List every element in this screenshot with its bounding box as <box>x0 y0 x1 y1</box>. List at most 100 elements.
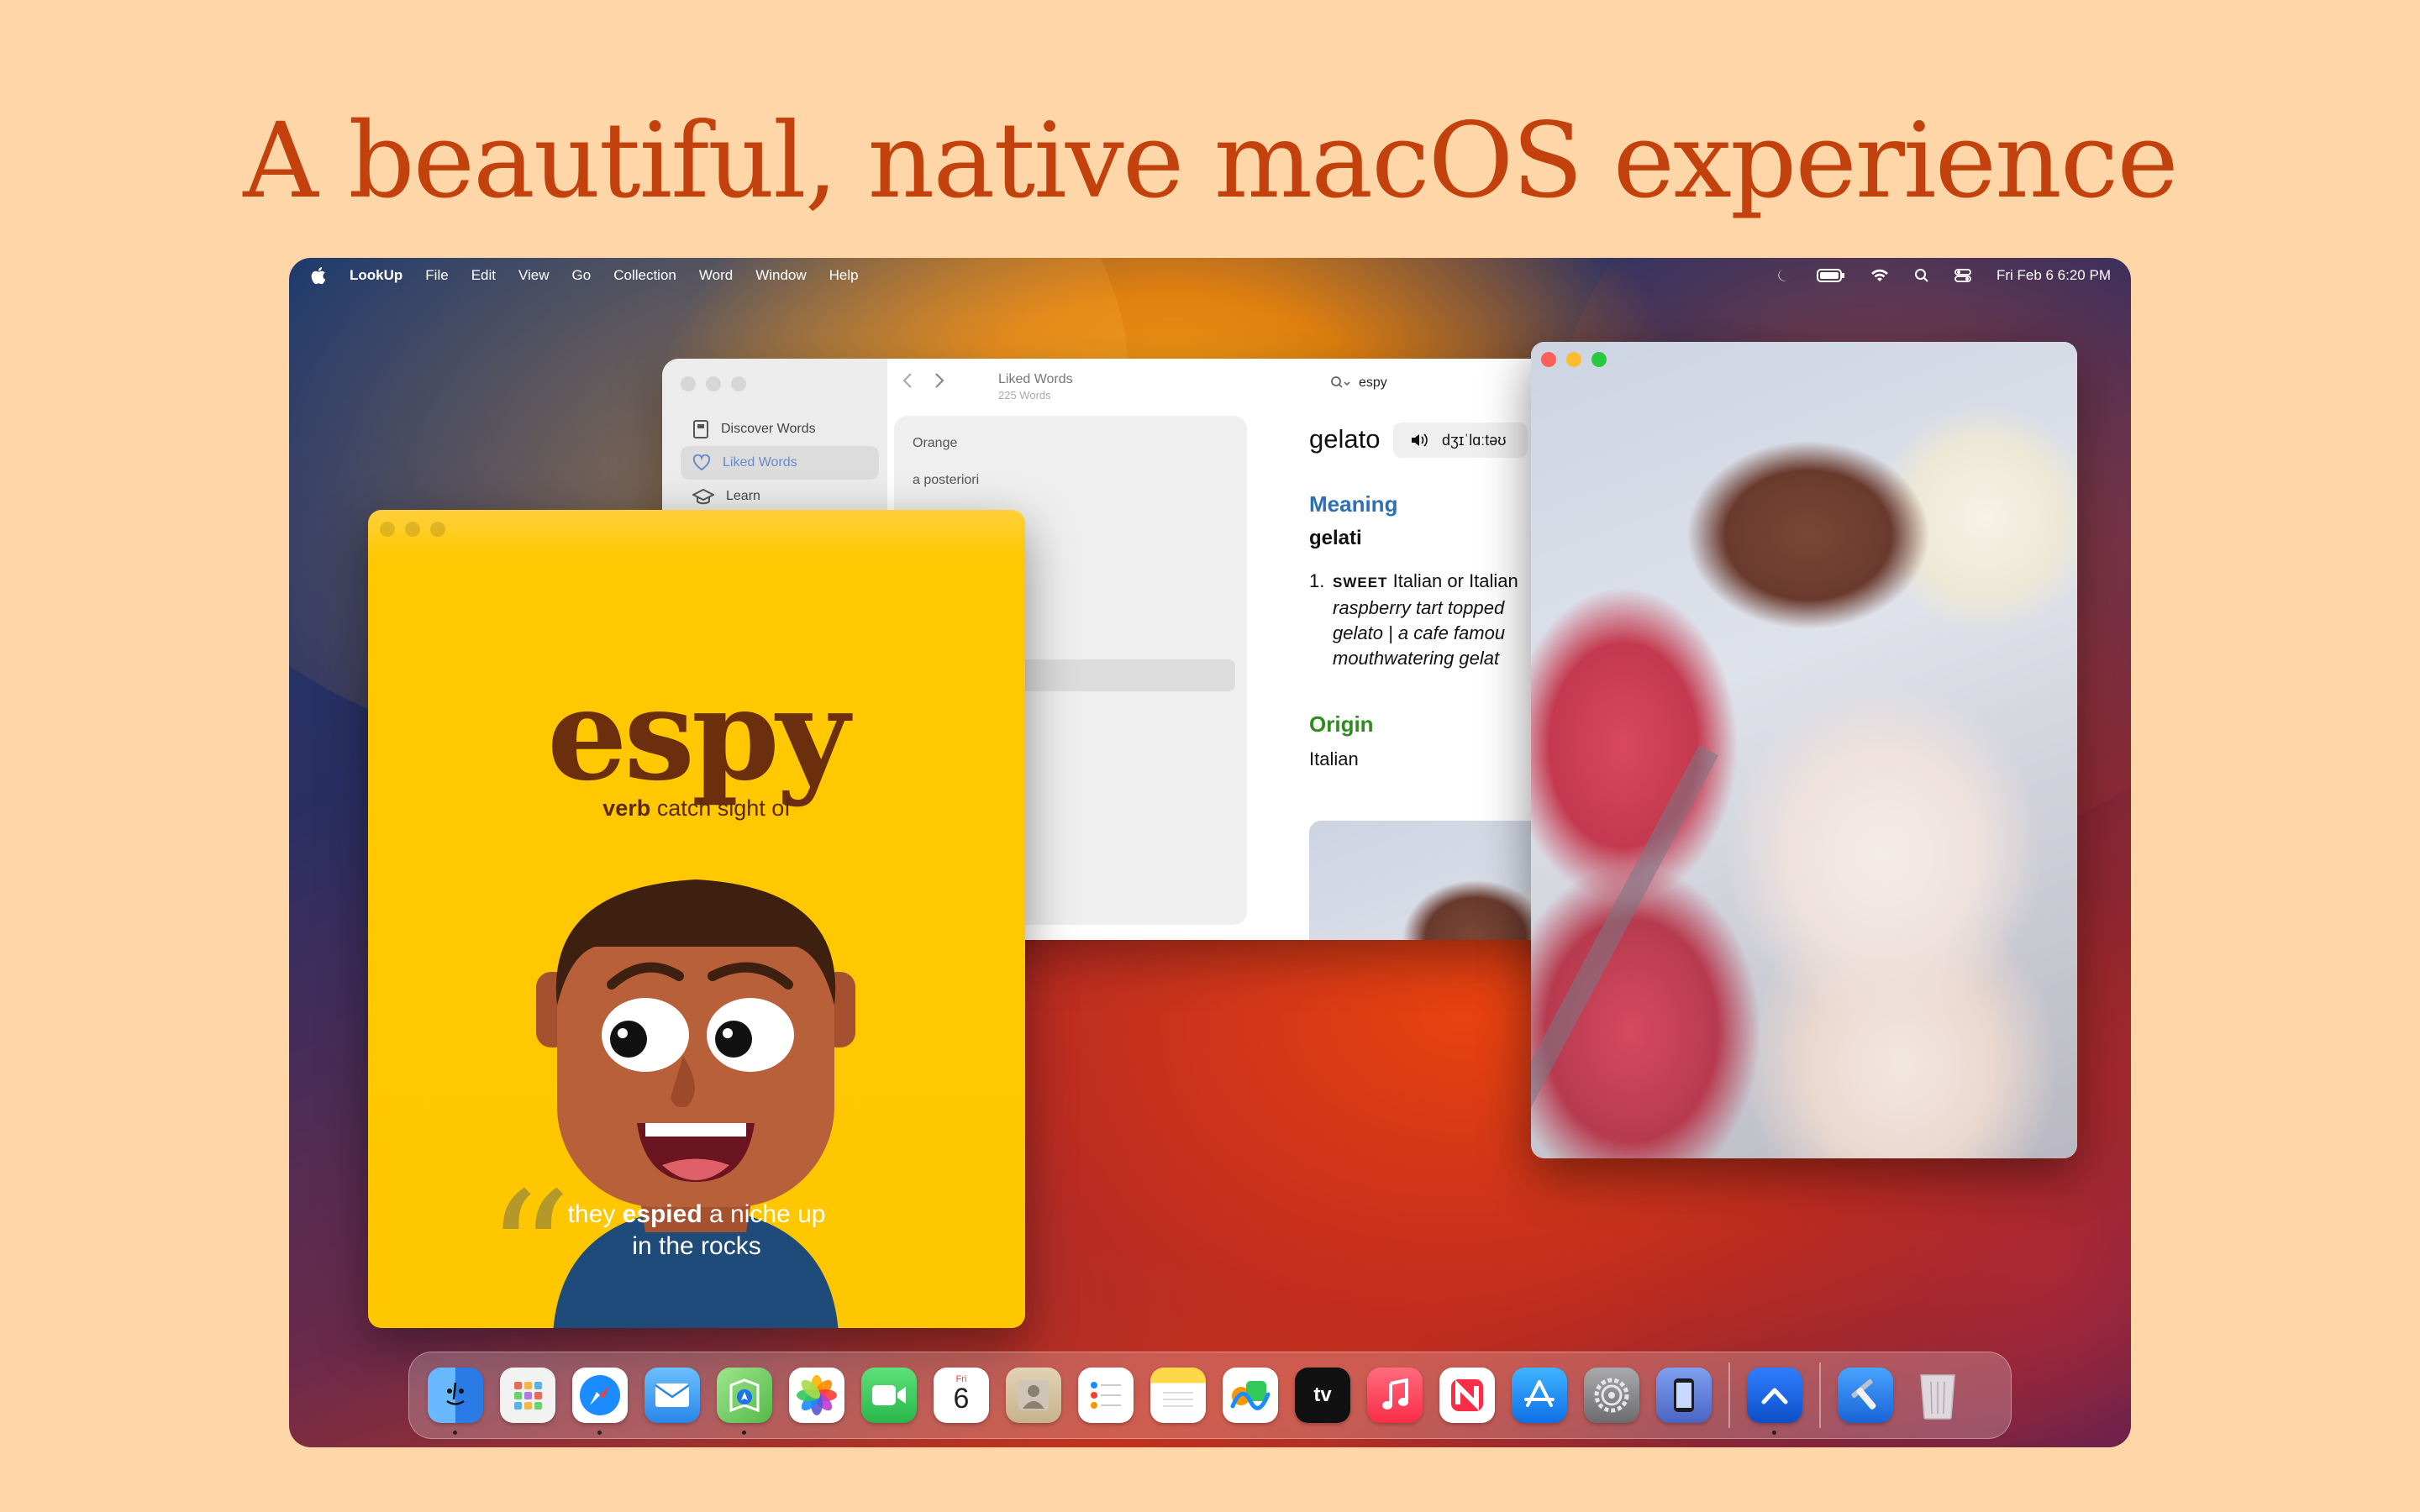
menu-edit[interactable]: Edit <box>471 267 496 284</box>
maps-icon[interactable] <box>717 1368 772 1435</box>
contacts-icon[interactable] <box>1006 1368 1061 1423</box>
wifi-icon[interactable] <box>1870 268 1889 283</box>
status-area: Fri Feb 6 6:20 PM <box>1776 267 2111 284</box>
notes-icon[interactable] <box>1150 1368 1206 1423</box>
sidebar-item-learn[interactable]: Learn <box>681 480 879 513</box>
close-button[interactable] <box>380 522 395 537</box>
list-item[interactable]: Orange <box>913 436 957 451</box>
safari-icon[interactable] <box>572 1368 628 1435</box>
lookup-icon[interactable] <box>1747 1368 1802 1435</box>
dock-separator <box>1728 1362 1730 1428</box>
battery-icon[interactable] <box>1816 268 1845 283</box>
definition-text: catch sight of <box>656 795 791 821</box>
toolbar-title-block: Liked Words 225 Words <box>998 372 1073 402</box>
xcode-icon[interactable] <box>1838 1368 1893 1423</box>
definition-tag: SWEET <box>1333 575 1388 591</box>
reminders-icon[interactable] <box>1078 1368 1134 1423</box>
detail-word: gelato <box>1309 424 1381 454</box>
finder-icon[interactable] <box>428 1368 483 1435</box>
search-input[interactable]: espy <box>1359 375 1387 391</box>
mail-icon[interactable] <box>644 1368 700 1423</box>
lemma: gelati <box>1309 527 1362 549</box>
moon-icon[interactable] <box>1776 268 1791 283</box>
search-field[interactable]: espy <box>1330 375 1387 391</box>
facetime-icon[interactable] <box>861 1368 917 1423</box>
close-button[interactable] <box>681 376 696 391</box>
list-item-selected[interactable] <box>1020 659 1235 691</box>
menu-bar: LookUp File Edit View Go Collection Word… <box>289 258 2131 293</box>
trash-icon[interactable] <box>1910 1368 1965 1423</box>
menu-word[interactable]: Word <box>699 267 733 284</box>
menu-window[interactable]: Window <box>755 267 806 284</box>
menubar-clock[interactable]: Fri Feb 6 6:20 PM <box>1996 267 2111 284</box>
zoom-button[interactable] <box>1591 352 1607 367</box>
speaker-icon <box>1412 433 1428 447</box>
pronunciation-text: dʒɪˈlɑːtəʊ <box>1442 431 1507 449</box>
search-icon <box>1331 376 1350 388</box>
launchpad-icon[interactable] <box>500 1368 555 1423</box>
dock: Fri 6 tv <box>408 1352 2012 1439</box>
example-quote: they espied a niche up in the rocks <box>368 1199 1025 1263</box>
apple-logo-icon[interactable] <box>309 265 328 286</box>
calendar-date: 6 <box>953 1383 970 1415</box>
quote-line-2: in the rocks <box>632 1232 761 1260</box>
quote-text-before: they <box>567 1200 623 1228</box>
forward-chevron-icon[interactable] <box>934 371 945 390</box>
news-icon[interactable] <box>1439 1368 1495 1423</box>
photos-icon[interactable] <box>789 1368 844 1423</box>
example-line: mouthwatering gelat <box>1333 648 1500 669</box>
zoom-button[interactable] <box>430 522 445 537</box>
minimize-button[interactable] <box>706 376 721 391</box>
nav-buttons <box>902 371 945 390</box>
example-line: gelato | a cafe famou <box>1333 622 1506 643</box>
menu-collection[interactable]: Collection <box>613 267 676 284</box>
sidebar-item-liked-words[interactable]: Liked Words <box>681 446 879 480</box>
meaning-heading: Meaning <box>1309 491 1398 517</box>
music-icon[interactable] <box>1367 1368 1423 1423</box>
example-line: raspberry tart topped <box>1333 597 1505 618</box>
quote-text-after: a niche up <box>702 1200 826 1228</box>
back-chevron-icon[interactable] <box>902 371 913 390</box>
heart-icon <box>692 454 711 471</box>
mac-screen: LookUp File Edit View Go Collection Word… <box>289 258 2131 1447</box>
flashcard-definition: verb catch sight of <box>368 795 1025 822</box>
tv-icon-label: tv <box>1313 1383 1332 1406</box>
close-button[interactable] <box>1541 352 1556 367</box>
system-settings-icon[interactable] <box>1584 1368 1639 1423</box>
sidebar-item-label: Discover Words <box>721 422 816 436</box>
search-icon[interactable] <box>1914 268 1929 283</box>
zoom-button[interactable] <box>731 376 746 391</box>
definition-number: 1. <box>1309 570 1325 591</box>
menu-file[interactable]: File <box>425 267 448 284</box>
graduation-cap-icon <box>692 488 714 505</box>
pronunciation-button[interactable]: dʒɪˈlɑːtəʊ <box>1393 423 1528 458</box>
book-icon <box>693 420 708 438</box>
menu-app-name[interactable]: LookUp <box>350 267 402 284</box>
minimize-button[interactable] <box>405 522 420 537</box>
window-controls <box>1541 352 1607 367</box>
control-center-icon[interactable] <box>1954 268 1971 283</box>
image-preview-window <box>1531 342 2077 1158</box>
origin-value: Italian <box>1309 748 1359 769</box>
menu-help[interactable]: Help <box>829 267 859 284</box>
gelato-photo <box>1531 342 2077 1158</box>
menu-view[interactable]: View <box>518 267 550 284</box>
origin-heading: Origin <box>1309 711 1374 737</box>
freeform-icon[interactable] <box>1223 1368 1278 1423</box>
sidebar-item-discover-words[interactable]: Discover Words <box>681 412 879 446</box>
minimize-button[interactable] <box>1566 352 1581 367</box>
list-item[interactable]: a posteriori <box>913 473 979 488</box>
window-controls <box>380 522 445 537</box>
toolbar-subtitle: 225 Words <box>998 389 1051 402</box>
flashcard-word: espy <box>547 661 850 809</box>
app-store-icon[interactable] <box>1512 1368 1567 1423</box>
calendar-icon[interactable]: Fri 6 <box>934 1368 989 1423</box>
toolbar-title: Liked Words <box>998 372 1073 386</box>
menu-go[interactable]: Go <box>572 267 592 284</box>
simulator-icon[interactable] <box>1656 1368 1712 1423</box>
flashcard-window: espy verb catch sight of “ they espied a… <box>368 510 1025 1328</box>
sidebar-item-label: Liked Words <box>723 455 797 470</box>
tv-icon[interactable]: tv <box>1295 1368 1350 1423</box>
headline: A beautiful, native macOS experience <box>243 101 2178 222</box>
sidebar-item-label: Learn <box>726 489 760 503</box>
